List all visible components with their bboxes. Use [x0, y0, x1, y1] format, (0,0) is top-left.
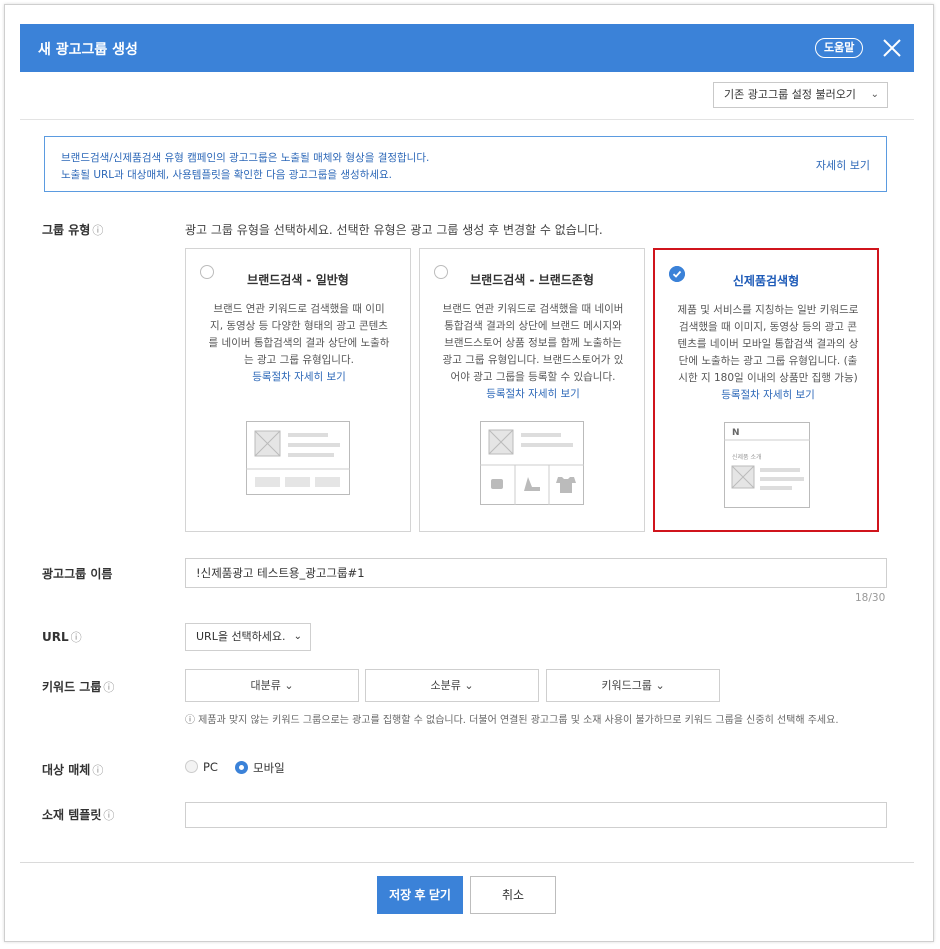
card-desc-line: 어야 광고 그룹을 등록할 수 있습니다.	[450, 371, 616, 383]
card-desc-line: 단에 노출하는 광고 그룹 유형입니다. (출	[678, 355, 858, 367]
url-label-text: URL	[42, 630, 69, 644]
target-media-label: 대상 매체 ⓘ	[42, 761, 103, 778]
footer-divider	[20, 862, 914, 863]
close-icon[interactable]	[878, 34, 906, 62]
load-settings-bar: 기존 광고그룹 설정 불러오기 ⌄	[20, 72, 914, 120]
help-icon[interactable]: ⓘ	[71, 631, 82, 644]
registration-guide-link[interactable]: 등록절차 자세히 보기	[671, 387, 865, 404]
template-field[interactable]	[185, 802, 887, 828]
card-desc-line: 브랜드 연관 키워드로 검색했을 때 이미	[213, 303, 385, 315]
card-desc-line: 브랜드스토어 상품 정보를 함께 노출하는	[444, 337, 622, 349]
card-desc-line: 텐츠를 네이버 모바일 통합검색 결과의 상	[677, 338, 859, 350]
name-char-counter: 18/30	[855, 592, 886, 604]
group-type-label: 그룹 유형 ⓘ	[42, 221, 103, 238]
card-desc-line: 를 네이버 통합검색의 결과 상단에 노출하	[208, 337, 390, 349]
dialog-header: 새 광고그룹 생성 도움말	[20, 24, 914, 72]
group-type-card-brand-zone[interactable]: 브랜드검색 - 브랜드존형 브랜드 연관 키워드로 검색했을 때 네이버 통합검…	[419, 248, 645, 532]
help-icon[interactable]: ⓘ	[103, 809, 114, 822]
chevron-down-icon: ⌄	[464, 679, 474, 692]
media-option-mobile[interactable]: 모바일	[235, 760, 285, 776]
chevron-down-icon: ⌄	[284, 679, 294, 692]
ad-group-name-label: 광고그룹 이름	[42, 567, 113, 581]
card-desc-line: 검색했을 때 이미지, 동영상 등의 광고 콘	[679, 321, 857, 333]
card-desc-line: 시한 지 180일 이내의 상품만 집행 가능)	[678, 372, 858, 384]
layout-preview-illustration	[246, 421, 350, 495]
template-label: 소재 템플릿 ⓘ	[42, 806, 114, 823]
keyword-group-label: 키워드 그룹 ⓘ	[42, 678, 114, 695]
group-type-description: 광고 그룹 유형을 선택하세요. 선택한 유형은 광고 그룹 생성 후 변경할 …	[185, 223, 603, 237]
dialog-title: 새 광고그룹 생성	[38, 42, 138, 58]
registration-guide-link[interactable]: 등록절차 자세히 보기	[436, 386, 630, 403]
chevron-down-icon: ⌄	[293, 631, 302, 642]
dropdown-label: 대분류	[250, 679, 281, 692]
media-option-label: PC	[203, 760, 218, 774]
dropdown-label: 키워드그룹	[601, 679, 652, 692]
template-label-text: 소재 템플릿	[42, 808, 102, 822]
group-type-card-brand-general[interactable]: 브랜드검색 - 일반형 브랜드 연관 키워드로 검색했을 때 이미 지, 동영상…	[185, 248, 411, 532]
preview-caption: 신제품 소개	[732, 453, 762, 461]
card-desc-line: 광고 그룹 유형입니다. 브랜드스토어가 있	[442, 354, 624, 366]
card-description: 브랜드 연관 키워드로 검색했을 때 네이버 통합검색 결과의 상단에 브랜드 …	[436, 301, 630, 403]
help-icon[interactable]: ⓘ	[92, 764, 103, 777]
layout-preview-illustration: N 신제품 소개	[724, 422, 810, 508]
help-icon[interactable]: ⓘ	[92, 224, 103, 237]
layout-preview-illustration	[480, 421, 584, 505]
keyword-group-label-text: 키워드 그룹	[42, 680, 102, 694]
keyword-minor-category-dropdown[interactable]: 소분류 ⌄	[365, 669, 539, 702]
registration-guide-link[interactable]: 등록절차 자세히 보기	[202, 369, 396, 386]
keyword-group-note: ⓘ 제품과 맞지 않는 키워드 그룹으로는 광고를 집행할 수 없습니다. 더불…	[185, 715, 839, 726]
url-label: URL ⓘ	[42, 629, 82, 645]
ad-group-name-input[interactable]: !신제품광고 테스트용_광고그룹#1	[185, 558, 887, 588]
card-desc-line: 지, 동영상 등 다양한 형태의 광고 콘텐츠	[210, 320, 388, 332]
cancel-button[interactable]: 취소	[470, 876, 556, 914]
card-title: 신제품검색형	[732, 274, 800, 288]
chevron-down-icon: ⌄	[655, 679, 665, 692]
card-desc-line: 통합검색 결과의 상단에 브랜드 메시지와	[444, 320, 622, 332]
help-button[interactable]: 도움말	[815, 38, 864, 58]
save-and-close-button[interactable]: 저장 후 닫기	[377, 876, 463, 914]
preview-logo: N	[732, 428, 740, 438]
create-ad-group-dialog: 새 광고그룹 생성 도움말 기존 광고그룹 설정 불러오기 ⌄ 브랜드검색/신제…	[20, 24, 914, 938]
card-title: 브랜드검색 - 일반형	[247, 273, 349, 287]
radio-selected[interactable]	[235, 761, 248, 774]
bag-icon	[491, 479, 503, 489]
chevron-down-icon: ⌄	[870, 89, 879, 100]
url-select-placeholder: URL을 선택하세요.	[196, 630, 286, 643]
notice-line-1: 브랜드검색/신제품검색 유형 캠페인의 광고그룹은 노출될 매체와 형상을 결정…	[61, 152, 430, 164]
radio-disabled[interactable]	[185, 760, 198, 773]
help-icon[interactable]: ⓘ	[103, 681, 114, 694]
notice-line-2: 노출될 URL과 대상매체, 사용템플릿을 확인한 다음 광고그룹을 생성하세요…	[61, 169, 393, 181]
keyword-group-dropdown[interactable]: 키워드그룹 ⌄	[546, 669, 720, 702]
keyword-major-category-dropdown[interactable]: 대분류 ⌄	[185, 669, 359, 702]
target-media-label-text: 대상 매체	[42, 763, 91, 777]
url-select[interactable]: URL을 선택하세요. ⌄	[185, 623, 311, 651]
dropdown-label: 소분류	[430, 679, 461, 692]
notice-more-link[interactable]: 자세히 보기	[816, 157, 870, 173]
card-desc-line: 는 광고 그룹 유형입니다.	[244, 354, 354, 366]
group-type-label-text: 그룹 유형	[42, 223, 91, 237]
card-description: 제품 및 서비스를 지칭하는 일반 키워드로 검색했을 때 이미지, 동영상 등…	[671, 302, 865, 404]
card-desc-line: 제품 및 서비스를 지칭하는 일반 키워드로	[677, 304, 859, 316]
card-title: 브랜드검색 - 브랜드존형	[470, 273, 594, 287]
info-notice: 브랜드검색/신제품검색 유형 캠페인의 광고그룹은 노출될 매체와 형상을 결정…	[44, 136, 887, 192]
media-option-pc[interactable]: PC	[185, 760, 218, 774]
group-type-card-new-product[interactable]: 신제품검색형 제품 및 서비스를 지칭하는 일반 키워드로 검색했을 때 이미지…	[653, 248, 879, 532]
load-settings-label: 기존 광고그룹 설정 불러오기	[724, 88, 856, 101]
media-option-label: 모바일	[253, 761, 285, 775]
load-settings-dropdown[interactable]: 기존 광고그룹 설정 불러오기 ⌄	[713, 82, 888, 108]
card-desc-line: 브랜드 연관 키워드로 검색했을 때 네이버	[442, 303, 624, 315]
card-description: 브랜드 연관 키워드로 검색했을 때 이미 지, 동영상 등 다양한 형태의 광…	[202, 301, 396, 386]
